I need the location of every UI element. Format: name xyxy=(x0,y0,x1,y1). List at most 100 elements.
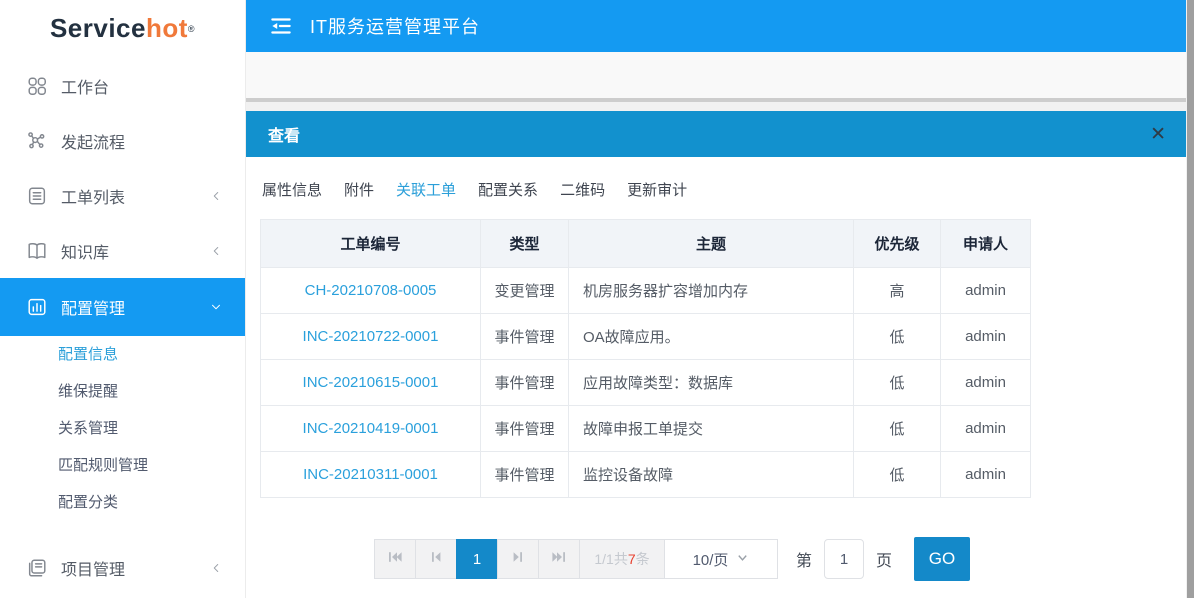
breadcrumb-strip xyxy=(246,52,1194,98)
sidebar-item-label: 工单列表 xyxy=(61,184,209,208)
workorder-type: 变更管理 xyxy=(481,268,569,314)
next-page-icon xyxy=(510,549,526,570)
tab-attribute-info[interactable]: 属性信息 xyxy=(262,179,322,200)
tab-bar: 属性信息 附件 关联工单 配置关系 二维码 更新审计 xyxy=(260,179,1194,211)
next-page-button[interactable] xyxy=(497,539,539,579)
workorder-type: 事件管理 xyxy=(481,314,569,360)
page-count-suffix: 条 xyxy=(636,549,650,569)
table-header-row: 工单编号 类型 主题 优先级 申请人 xyxy=(261,220,1031,268)
page-count-prefix: 1/1共 xyxy=(594,549,627,569)
table-row: INC-20210615-0001 事件管理 应用故障类型：数据库 低 admi… xyxy=(261,360,1031,406)
table-row: CH-20210708-0005 变更管理 机房服务器扩容增加内存 高 admi… xyxy=(261,268,1031,314)
top-bar: IT服务运营管理平台 xyxy=(246,0,1194,52)
total-records: 7 xyxy=(628,551,636,567)
col-header-priority: 优先级 xyxy=(854,220,941,268)
workorder-link[interactable]: INC-20210615-0001 xyxy=(261,360,481,406)
workorder-link[interactable]: CH-20210708-0005 xyxy=(261,268,481,314)
jump-label-pre: 第 xyxy=(796,547,812,571)
scrollbar-thumb[interactable] xyxy=(1187,0,1194,598)
chevron-left-icon xyxy=(209,189,223,203)
prev-page-button[interactable] xyxy=(415,539,457,579)
tab-update-audit[interactable]: 更新审计 xyxy=(627,179,687,200)
col-header-workorder-id: 工单编号 xyxy=(261,220,481,268)
pagination: 1 1/1共7条 10/页 xyxy=(374,539,1194,579)
sidebar-subitem-maintenance-reminder[interactable]: 维保提醒 xyxy=(0,373,245,410)
go-button[interactable]: GO xyxy=(914,537,970,581)
sidebar-item-knowledge-base[interactable]: 知识库 xyxy=(0,223,245,278)
workorder-applicant: admin xyxy=(941,452,1031,498)
close-icon[interactable]: ✕ xyxy=(1150,125,1166,144)
sidebar-item-workbench[interactable]: 工作台 xyxy=(0,58,245,113)
page-jump-input[interactable] xyxy=(824,539,864,579)
tab-qr-code[interactable]: 二维码 xyxy=(560,179,605,200)
sidebar-item-label: 工作台 xyxy=(61,74,223,98)
workorder-priority: 低 xyxy=(854,314,941,360)
sidebar-subitem-config-info[interactable]: 配置信息 xyxy=(0,336,245,373)
sidebar-item-label: 知识库 xyxy=(61,239,209,263)
chevron-down-icon xyxy=(209,300,223,314)
tab-attachments[interactable]: 附件 xyxy=(344,179,374,200)
workorder-link[interactable]: INC-20210722-0001 xyxy=(261,314,481,360)
table-row: INC-20210311-0001 事件管理 监控设备故障 低 admin xyxy=(261,452,1031,498)
main-area: IT服务运营管理平台 查看 ✕ 属性信息 附件 关联工单 配置关系 二维码 更新… xyxy=(246,0,1194,598)
table-row: INC-20210419-0001 事件管理 故障申报工单提交 低 admin xyxy=(261,406,1031,452)
table-row: INC-20210722-0001 事件管理 OA故障应用。 低 admin xyxy=(261,314,1031,360)
workorder-applicant: admin xyxy=(941,314,1031,360)
book-icon xyxy=(26,240,48,262)
logo-registered-mark: ® xyxy=(188,24,195,34)
tab-config-relationship[interactable]: 配置关系 xyxy=(478,179,538,200)
last-page-icon xyxy=(551,549,567,570)
col-header-type: 类型 xyxy=(481,220,569,268)
workorder-type: 事件管理 xyxy=(481,452,569,498)
workorder-subject: OA故障应用。 xyxy=(569,314,854,360)
servicehot-logo[interactable]: Servicehot® xyxy=(0,0,245,56)
workorder-applicant: admin xyxy=(941,360,1031,406)
config-submenu: 配置信息 维保提醒 关系管理 匹配规则管理 配置分类 xyxy=(0,336,245,521)
sidebar-menu: 工作台 发起流程 xyxy=(0,58,245,595)
platform-title: IT服务运营管理平台 xyxy=(310,13,480,39)
first-page-button[interactable] xyxy=(374,539,416,579)
sidebar-subitem-matching-rules[interactable]: 匹配规则管理 xyxy=(0,447,245,484)
col-header-applicant: 申请人 xyxy=(941,220,1031,268)
sidebar-subitem-relationship-management[interactable]: 关系管理 xyxy=(0,410,245,447)
page-number-button[interactable]: 1 xyxy=(456,539,498,579)
tab-related-workorders[interactable]: 关联工单 xyxy=(396,179,456,200)
workorder-subject: 故障申报工单提交 xyxy=(569,406,854,452)
workorder-applicant: admin xyxy=(941,268,1031,314)
workorder-subject: 应用故障类型：数据库 xyxy=(569,360,854,406)
workorder-subject: 机房服务器扩容增加内存 xyxy=(569,268,854,314)
page-size-select[interactable]: 10/页 xyxy=(664,539,778,579)
workorder-applicant: admin xyxy=(941,406,1031,452)
sidebar-item-label: 项目管理 xyxy=(61,556,209,580)
gap-strip xyxy=(246,102,1194,111)
sidebar-item-config-management[interactable]: 配置管理 xyxy=(0,278,245,336)
logo-text-service: Service xyxy=(50,13,146,44)
vertical-scrollbar[interactable] xyxy=(1186,0,1194,598)
page-size-value: 10/页 xyxy=(693,549,729,570)
related-workorders-table: 工单编号 类型 主题 优先级 申请人 CH-20210708-0005 变更管理… xyxy=(260,219,1031,498)
last-page-button[interactable] xyxy=(538,539,580,579)
workorder-subject: 监控设备故障 xyxy=(569,452,854,498)
jump-label-post: 页 xyxy=(876,547,892,571)
sidebar-item-initiate-process[interactable]: 发起流程 xyxy=(0,113,245,168)
sidebar-item-project-management[interactable]: 项目管理 xyxy=(0,540,245,595)
panel-title: 查看 xyxy=(268,122,1150,146)
workorder-type: 事件管理 xyxy=(481,360,569,406)
workorder-link[interactable]: INC-20210311-0001 xyxy=(261,452,481,498)
sidebar-subitem-config-classification[interactable]: 配置分类 xyxy=(0,484,245,521)
sidebar-item-workorder-list[interactable]: 工单列表 xyxy=(0,168,245,223)
workorder-link[interactable]: INC-20210419-0001 xyxy=(261,406,481,452)
chevron-left-icon xyxy=(209,244,223,258)
view-panel-header: 查看 ✕ xyxy=(246,111,1194,157)
chevron-left-icon xyxy=(209,561,223,575)
page-jump: 第 页 xyxy=(796,539,892,579)
workorder-priority: 高 xyxy=(854,268,941,314)
menu-fold-icon[interactable] xyxy=(268,13,294,39)
prev-page-icon xyxy=(428,549,444,570)
workorder-priority: 低 xyxy=(854,452,941,498)
chart-icon xyxy=(26,296,48,318)
logo-text-hot: hot xyxy=(146,13,188,44)
view-panel: 查看 ✕ 属性信息 附件 关联工单 配置关系 二维码 更新审计 工单编号 类型 … xyxy=(246,111,1194,598)
chevron-down-icon xyxy=(736,551,749,568)
page-count-info: 1/1共7条 xyxy=(579,539,665,579)
